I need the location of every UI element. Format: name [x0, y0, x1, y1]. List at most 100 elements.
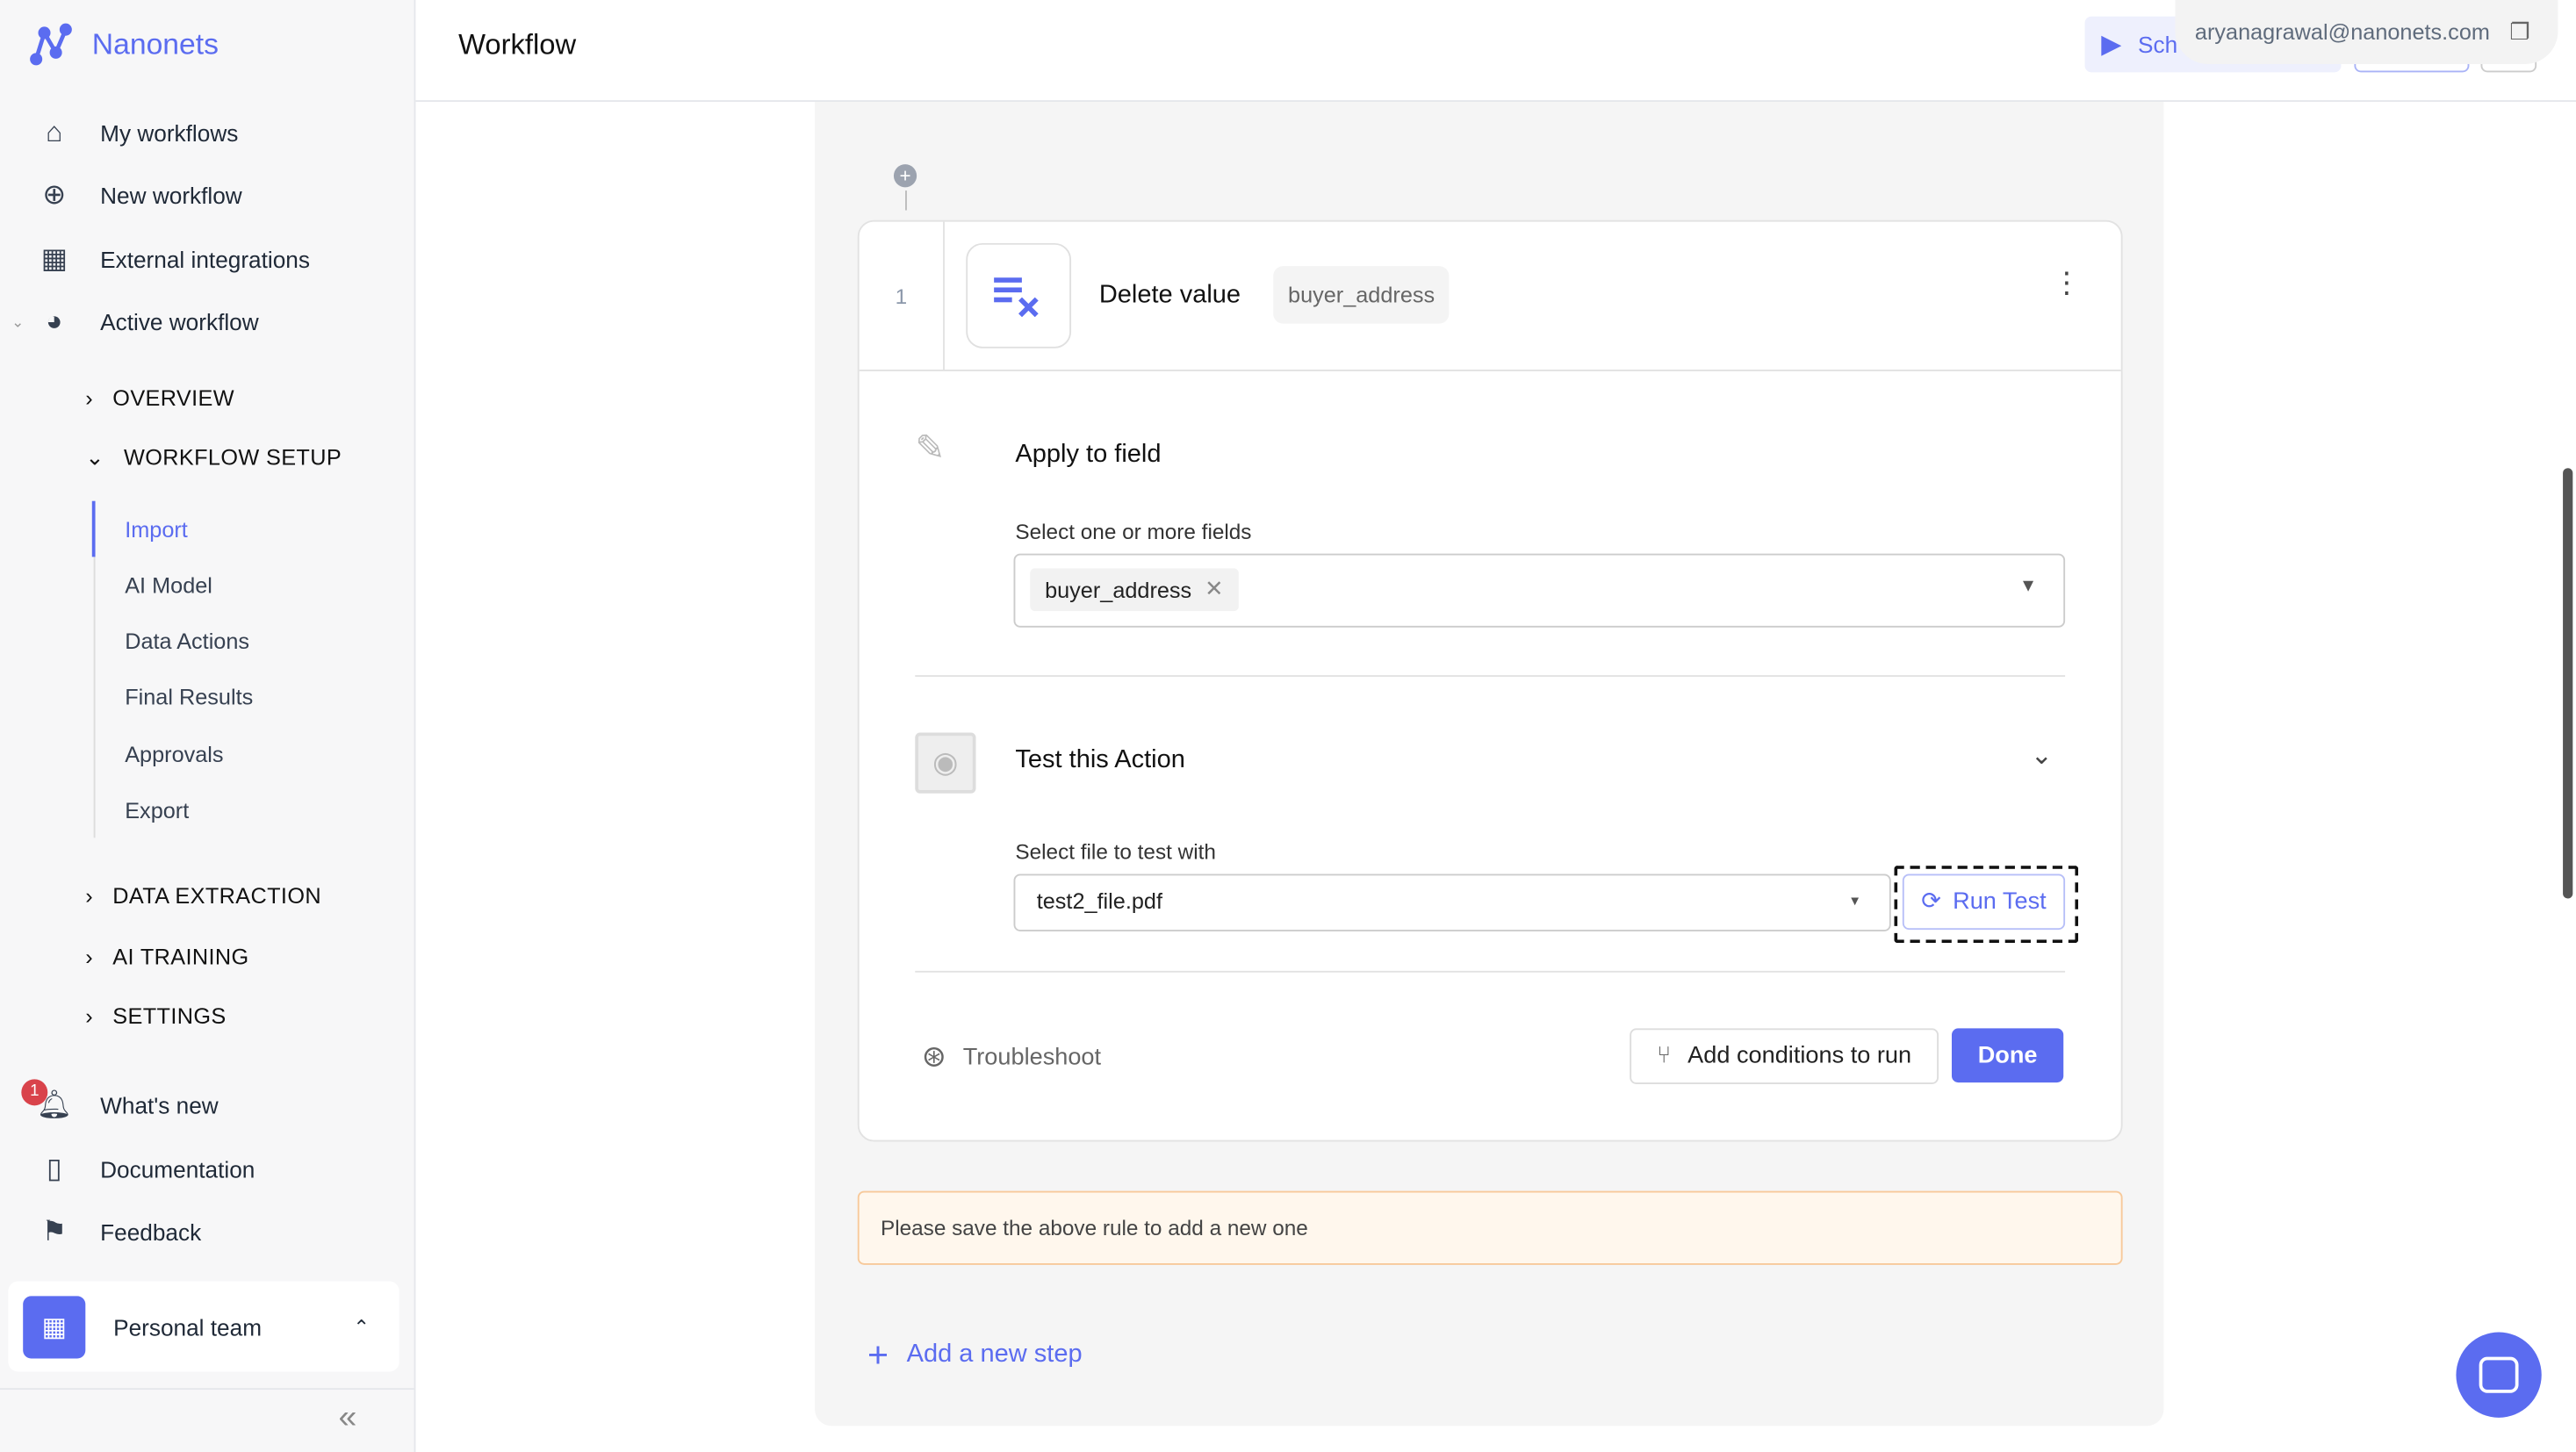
sidebar-item-my-workflows[interactable]: ⌂ My workflows: [38, 117, 238, 149]
logo[interactable]: Nanonets: [30, 23, 219, 66]
team-switcher[interactable]: ▦ Personal team ⌃: [8, 1281, 399, 1372]
feedback-icon: ⚑: [41, 1215, 68, 1247]
add-conditions-button[interactable]: ⑂ Add conditions to run: [1630, 1028, 1939, 1084]
sidebar-item-external-integrations[interactable]: ▦ External integrations: [38, 243, 310, 276]
team-name: Personal team: [113, 1313, 263, 1340]
setup-item-import[interactable]: Import: [125, 517, 188, 542]
label: Sch: [2138, 31, 2178, 58]
delete-value-icon: [966, 242, 1072, 349]
label: OVERVIEW: [112, 385, 234, 411]
divider: [915, 675, 2066, 677]
sidebar-item-feedback[interactable]: ⚑ Feedback: [38, 1216, 201, 1248]
remove-chip-icon[interactable]: ✕: [1205, 577, 1223, 603]
copy-icon[interactable]: ❐: [2509, 18, 2530, 47]
chat-icon: [2479, 1356, 2519, 1393]
collapse-test-icon[interactable]: ⌄: [2031, 739, 2053, 772]
plus-circle-icon: ⊕: [42, 178, 67, 211]
video-chat-icon: ▶: [2101, 31, 2122, 60]
section-ai-training[interactable]: › AI TRAINING: [85, 945, 248, 969]
divider: [0, 1388, 414, 1391]
notification-badge: 1: [21, 1079, 48, 1106]
home-icon: ⌂: [46, 116, 63, 148]
file-label: Select file to test with: [1015, 839, 1216, 865]
active-indicator: [91, 500, 96, 557]
label: New workflow: [100, 182, 242, 209]
label: WORKFLOW SETUP: [124, 445, 342, 471]
sidebar-item-documentation[interactable]: ▯ Documentation: [38, 1154, 255, 1186]
file-select[interactable]: test2_file.pdf ▼: [1013, 873, 1891, 931]
label: External integrations: [100, 246, 310, 273]
sidebar-item-new-workflow[interactable]: ⊕ New workflow: [38, 178, 242, 212]
email-tooltip: aryanagrawal@nanonets.com ❐: [2175, 0, 2558, 64]
label: Add a new step: [906, 1340, 1083, 1369]
file-value: test2_file.pdf: [1036, 888, 1162, 914]
label: My workflows: [100, 119, 239, 147]
plus-icon: +: [867, 1333, 889, 1376]
chevron-down-icon: ⌄: [85, 445, 104, 471]
section-overview[interactable]: › OVERVIEW: [85, 386, 234, 411]
chevron-right-icon: ›: [85, 944, 94, 970]
eye-icon: ◉: [915, 732, 976, 794]
grid-icon: ▦: [40, 242, 68, 275]
section-settings[interactable]: › SETTINGS: [85, 1003, 226, 1028]
nanonets-logo-icon: [30, 23, 72, 66]
branch-icon: ⑂: [1657, 1043, 1672, 1070]
notice-text: Please save the above rule to add a new …: [880, 1215, 1308, 1240]
chevron-right-icon: ›: [85, 385, 94, 411]
fields-select[interactable]: buyer_address ✕ ▼: [1013, 553, 2066, 628]
divider: [859, 370, 2121, 371]
label: DATA EXTRACTION: [112, 883, 321, 909]
section-workflow-setup[interactable]: ⌄ WORKFLOW SETUP: [85, 445, 342, 471]
step-number: 1: [860, 221, 945, 370]
sidebar-item-whats-new[interactable]: 🔔︎ What's new: [37, 1089, 219, 1122]
insert-step-icon[interactable]: +: [893, 164, 917, 188]
add-step-button[interactable]: + Add a new step: [867, 1333, 1083, 1377]
dropdown-arrow-icon: ▼: [2018, 576, 2038, 597]
divider: [915, 970, 2066, 973]
setup-item-data-actions[interactable]: Data Actions: [125, 629, 249, 654]
scrollbar[interactable]: [2563, 468, 2573, 899]
label: SETTINGS: [112, 1003, 227, 1029]
setup-item-final-results[interactable]: Final Results: [125, 685, 253, 709]
label: AI TRAINING: [112, 944, 249, 970]
sidebar-item-active-workflow[interactable]: ⌄ ◕ Active workflow: [11, 305, 259, 338]
user-email: aryanagrawal@nanonets.com: [2194, 19, 2490, 45]
chevron-right-icon: ›: [85, 1003, 94, 1029]
section-data-extraction[interactable]: › DATA EXTRACTION: [85, 884, 321, 909]
run-test-button[interactable]: ⟳ Run Test: [1902, 873, 2066, 931]
step-tag: buyer_address: [1273, 266, 1450, 324]
collapse-sidebar-icon[interactable]: «: [338, 1399, 356, 1437]
label: Documentation: [100, 1156, 255, 1183]
label: Active workflow: [100, 308, 259, 335]
test-title: Test this Action: [1015, 745, 1185, 774]
chevron-right-icon: ›: [85, 883, 94, 909]
pencil-icon: ✎: [915, 427, 946, 469]
more-options-icon[interactable]: ⋮: [2052, 268, 2082, 298]
fields-label: Select one or more fields: [1015, 519, 1252, 544]
setup-item-export[interactable]: Export: [125, 798, 189, 823]
compass-icon: ◕: [46, 305, 63, 337]
setup-item-approvals[interactable]: Approvals: [125, 743, 223, 767]
book-icon: ▯: [46, 1153, 62, 1185]
save-notice: Please save the above rule to add a new …: [857, 1190, 2123, 1265]
step-title: Delete value: [1098, 280, 1241, 309]
header: Workflow ▶ Sch aryanagrawal@nanonets.com …: [415, 0, 2576, 103]
done-button[interactable]: Done: [1951, 1028, 2064, 1083]
connector: [905, 190, 907, 211]
chevron-up-icon: ⌃: [353, 1314, 371, 1339]
field-chip: buyer_address ✕: [1030, 568, 1239, 612]
chevron-down-icon: ⌄: [11, 313, 25, 330]
chip-label: buyer_address: [1045, 577, 1192, 602]
label: Feedback: [100, 1218, 202, 1246]
troubleshoot-link[interactable]: ⊛ Troubleshoot: [922, 1039, 1101, 1074]
chat-launcher[interactable]: [2456, 1332, 2542, 1418]
label: Add conditions to run: [1687, 1043, 1912, 1070]
label: Troubleshoot: [962, 1044, 1102, 1071]
brand-name: Nanonets: [91, 26, 219, 61]
sidebar: Nanonets ⌂ My workflows ⊕ New workflow ▦ Ex…: [0, 0, 416, 1452]
refresh-icon: ⟳: [1921, 888, 1941, 916]
page-title: Workflow: [458, 27, 577, 61]
setup-item-ai-model[interactable]: AI Model: [125, 573, 212, 598]
label: What's new: [100, 1092, 219, 1119]
step-card: 1 Delete value buyer_address ⋮ ✎ Apply t…: [857, 219, 2123, 1142]
